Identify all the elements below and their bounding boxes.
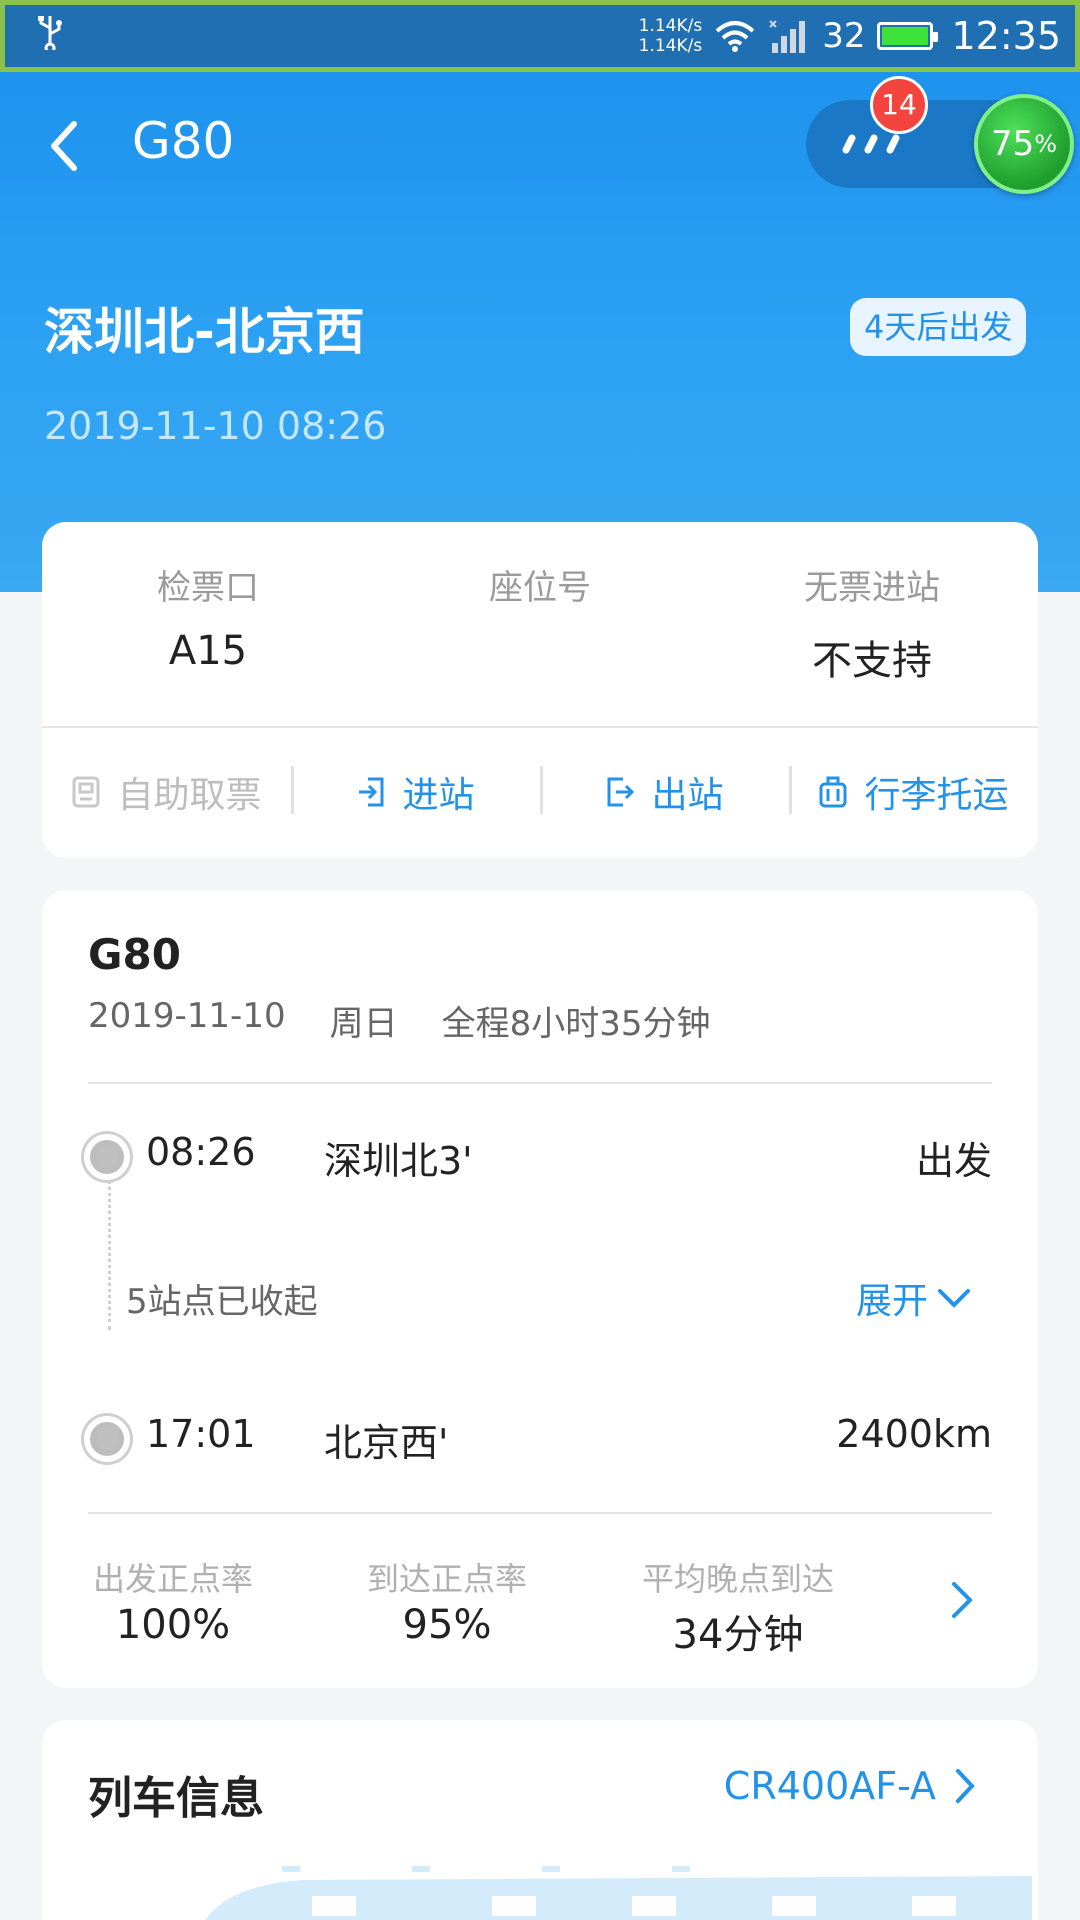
- stat-label: 出发正点率: [92, 1560, 253, 1598]
- floating-progress-ball[interactable]: 75%: [974, 94, 1074, 194]
- origin-status: 出发: [915, 1139, 992, 1183]
- collapsed-stops-text: 5站点已收起: [126, 1282, 318, 1322]
- trip-date: 2019-11-10: [88, 996, 286, 1036]
- gate-info: 检票口 A15: [42, 522, 374, 726]
- ticketless-value: 不支持: [812, 638, 932, 684]
- expand-stops-button[interactable]: 展开: [856, 1272, 972, 1324]
- signal-level: 32: [822, 16, 866, 56]
- ticket-info-row: 检票口 A15 座位号 无票进站 不支持: [42, 522, 1038, 728]
- luggage-label: 行李托运: [864, 775, 1009, 816]
- usb-icon: [35, 14, 65, 59]
- network-speed: 1.14K/s 1.14K/s: [639, 16, 703, 56]
- train-illustration: [205, 1866, 1032, 1920]
- train-number: G80: [88, 930, 181, 979]
- self-ticket-button[interactable]: 自助取票: [42, 766, 291, 818]
- trip-duration: 全程8小时35分钟: [441, 1004, 711, 1044]
- train-model: CR400AF-A: [723, 1764, 936, 1808]
- trip-weekday: 周日: [329, 1004, 398, 1044]
- train-info-title: 列车信息: [88, 1773, 264, 1824]
- stat-value: 34分钟: [672, 1612, 804, 1658]
- origin-time: 08:26: [146, 1130, 256, 1174]
- origin-station: 深圳北3': [324, 1139, 473, 1183]
- arrival-punctuality: 到达正点率 95%: [362, 1554, 532, 1660]
- punctuality-stats[interactable]: 出发正点率 100% 到达正点率 95% 平均晚点到达 34分钟: [88, 1554, 992, 1660]
- departure-punctuality: 出发正点率 100%: [88, 1554, 258, 1660]
- gate-value: A15: [168, 628, 248, 674]
- progress-value: 75: [990, 124, 1035, 164]
- seat-value: [374, 628, 706, 678]
- self-ticket-label: 自助取票: [117, 775, 262, 816]
- destination-station: 北京西': [324, 1421, 449, 1465]
- luggage-button[interactable]: 行李托运: [789, 766, 1038, 818]
- stat-value: 100%: [115, 1602, 231, 1648]
- clock: 12:35: [951, 14, 1061, 58]
- ticket-info-card: 检票口 A15 座位号 无票进站 不支持 自助取票 进站 出站 行李托运: [42, 522, 1038, 858]
- signal-icon: [769, 20, 806, 53]
- back-arrow-icon[interactable]: [44, 118, 84, 174]
- route-dotted-line: [108, 1180, 111, 1330]
- notification-badge: 14: [870, 76, 928, 134]
- wifi-icon: [715, 21, 755, 52]
- gate-label: 检票口: [157, 568, 259, 608]
- trip-meta: 2019-11-10 周日 全程8小时35分钟: [88, 996, 711, 1045]
- destination-time: 17:01: [146, 1412, 256, 1456]
- stat-label: 平均晚点到达: [641, 1560, 834, 1598]
- net-down-speed: 1.14K/s: [638, 36, 703, 56]
- expand-label: 展开: [855, 1281, 928, 1322]
- header: G80 14 75% 深圳北-北京西 4天后出发 2019-11-10 08:2…: [0, 72, 1080, 592]
- more-icon[interactable]: [842, 134, 904, 154]
- divider: [88, 1082, 992, 1084]
- origin-dot-icon: [84, 1134, 130, 1180]
- battery-fill: [882, 27, 929, 45]
- departure-countdown-badge: 4天后出发: [850, 298, 1027, 356]
- exit-station-label: 出站: [651, 775, 724, 816]
- seat-info: 座位号: [374, 522, 706, 726]
- departure-datetime: 2019-11-10 08:26: [44, 404, 387, 448]
- luggage-icon: [819, 776, 847, 808]
- stat-value: 95%: [402, 1602, 492, 1648]
- ticket-kiosk-icon: [72, 776, 100, 808]
- average-delay: 平均晚点到达 34分钟: [636, 1554, 840, 1660]
- status-bar: 1.14K/s 1.14K/s 32 12:35: [0, 0, 1080, 72]
- train-model-link[interactable]: CR400AF-A: [724, 1764, 976, 1808]
- exit-station-button[interactable]: 出站: [540, 766, 789, 818]
- ticketless-label: 无票进站: [804, 568, 940, 608]
- chevron-down-icon: [938, 1289, 970, 1308]
- enter-station-icon: [359, 777, 384, 807]
- chevron-right-icon: [956, 1769, 975, 1803]
- battery-icon: [877, 22, 939, 50]
- route-title: 深圳北-北京西: [44, 303, 365, 361]
- seat-label: 座位号: [489, 568, 591, 608]
- stat-label: 到达正点率: [366, 1560, 527, 1598]
- destination-dot-icon: [84, 1416, 130, 1462]
- page-title: G80: [132, 112, 235, 170]
- trip-distance: 2400km: [836, 1412, 992, 1456]
- enter-station-button[interactable]: 进站: [291, 766, 540, 818]
- trip-card: G80 2019-11-10 周日 全程8小时35分钟 08:26 深圳北3' …: [42, 890, 1038, 1688]
- divider: [88, 1512, 992, 1514]
- action-bar: 自助取票 进站 出站 行李托运: [42, 728, 1038, 856]
- exit-station-icon: [607, 777, 635, 807]
- chevron-right-icon[interactable]: [950, 1580, 974, 1620]
- ticketless-info: 无票进站 不支持: [706, 522, 1038, 726]
- train-info-card: 列车信息 CR400AF-A: [42, 1720, 1038, 1920]
- progress-unit: %: [1034, 130, 1058, 158]
- enter-station-label: 进站: [402, 775, 475, 816]
- net-up-speed: 1.14K/s: [638, 16, 703, 36]
